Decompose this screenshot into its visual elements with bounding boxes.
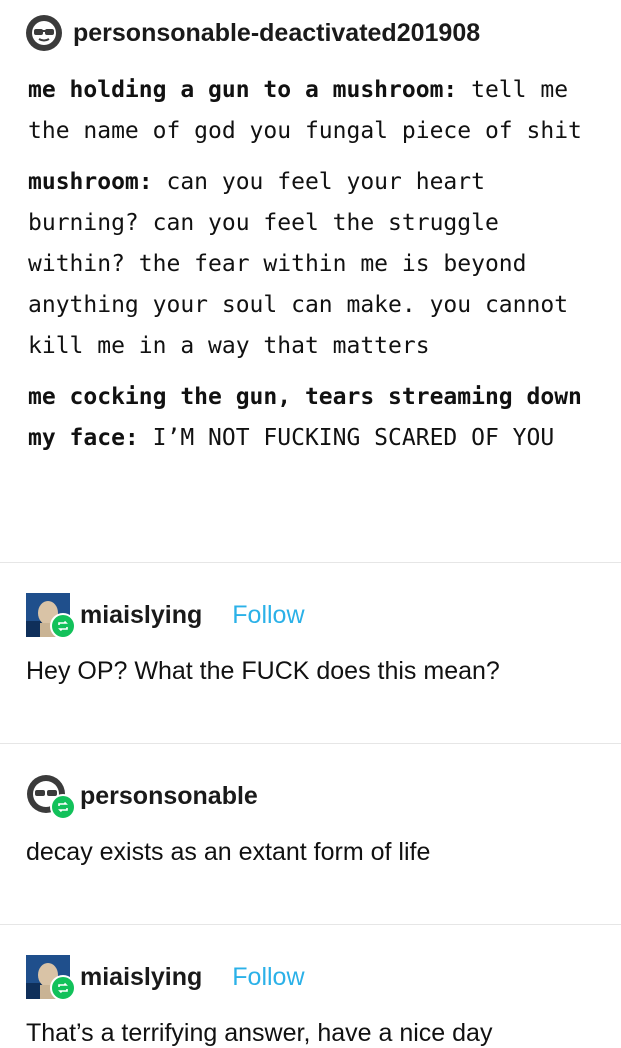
original-post: personsonable-deactivated201908 me holdi…	[0, 0, 621, 562]
comment-text: Hey OP? What the FUCK does this mean?	[26, 657, 500, 685]
reblog-comment: personsonable decay exists as an extant …	[0, 744, 621, 894]
stonks-man-avatar[interactable]	[26, 593, 76, 639]
speaker-label: me holding a gun to a mushroom:	[28, 77, 458, 103]
reblog-icon	[50, 794, 76, 820]
comment-text: That’s a terrifying answer, have a nice …	[26, 1019, 493, 1047]
reblog-comment: miaislying Follow That’s a terrifying an…	[0, 925, 621, 1048]
follow-button[interactable]: Follow	[232, 601, 304, 630]
dialogue-text: I’M NOT FUCKING SCARED OF YOU	[138, 425, 555, 451]
dialogue-text: can you feel your heart burning? can you…	[28, 169, 569, 359]
comment-username[interactable]: miaislying	[80, 601, 202, 630]
follow-button[interactable]: Follow	[232, 963, 304, 992]
op-header: personsonable-deactivated201908	[25, 14, 621, 52]
op-paragraph: me cocking the gun, tears streaming down…	[28, 377, 598, 459]
sunglasses-face-icon[interactable]	[25, 14, 63, 52]
op-paragraph: me holding a gun to a mushroom: tell me …	[28, 70, 598, 152]
op-paragraph: mushroom: can you feel your heart burnin…	[28, 162, 598, 367]
reblog-icon	[50, 975, 76, 1001]
comment-header: personsonable	[26, 774, 621, 820]
comment-username[interactable]: personsonable	[80, 782, 258, 811]
reblog-icon	[50, 613, 76, 639]
op-username[interactable]: personsonable-deactivated201908	[73, 19, 480, 48]
comment-header: miaislying Follow	[26, 955, 621, 1001]
stonks-man-avatar[interactable]	[26, 955, 76, 1001]
op-body: me holding a gun to a mushroom: tell me …	[28, 70, 598, 459]
speaker-label: mushroom:	[28, 169, 153, 195]
comment-username[interactable]: miaislying	[80, 963, 202, 992]
comment-text: decay exists as an extant form of life	[26, 838, 431, 866]
comment-header: miaislying Follow	[26, 593, 621, 639]
sunglasses-face-avatar[interactable]	[26, 774, 76, 820]
reblog-comment: miaislying Follow Hey OP? What the FUCK …	[0, 563, 621, 713]
